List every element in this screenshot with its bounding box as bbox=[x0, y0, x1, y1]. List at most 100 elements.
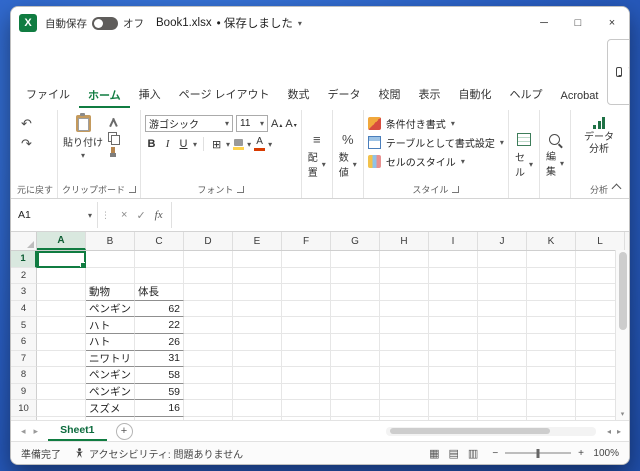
cell-I2[interactable] bbox=[429, 267, 478, 285]
cell-B10[interactable]: スズメ bbox=[86, 400, 135, 417]
redo-button[interactable]: ↷ bbox=[21, 137, 32, 150]
cell-E11[interactable] bbox=[233, 416, 282, 420]
italic-button[interactable]: I bbox=[161, 136, 174, 152]
cell-I8[interactable] bbox=[429, 367, 478, 384]
cell-J5[interactable] bbox=[478, 317, 527, 334]
increase-font-button[interactable]: A ▴ bbox=[271, 118, 282, 130]
cell-F6[interactable] bbox=[282, 333, 331, 351]
cell-A1[interactable] bbox=[37, 251, 86, 268]
cell-B5[interactable]: ハト bbox=[86, 317, 135, 334]
cell-C10[interactable]: 16 bbox=[135, 400, 184, 417]
close-button[interactable]: × bbox=[595, 7, 629, 39]
cell-A4[interactable] bbox=[37, 300, 86, 318]
document-title[interactable]: Book1.xlsx • 保存しました ▾ bbox=[156, 15, 302, 31]
cell-D7[interactable] bbox=[184, 350, 233, 368]
cell-H9[interactable] bbox=[380, 383, 429, 401]
ribbon-tab-file[interactable]: ファイル bbox=[17, 81, 79, 108]
cell-H2[interactable] bbox=[380, 267, 429, 285]
cell-F11[interactable] bbox=[282, 416, 331, 420]
cell-B9[interactable]: ペンギン bbox=[86, 383, 135, 401]
cell-H8[interactable] bbox=[380, 367, 429, 384]
cell-C2[interactable] bbox=[135, 267, 184, 285]
ribbon-tab-view[interactable]: 表示 bbox=[410, 81, 450, 108]
undo-button[interactable]: ↶ bbox=[21, 117, 32, 130]
cell-K6[interactable] bbox=[527, 333, 576, 351]
accessibility-status[interactable]: アクセシビリティ: 問題ありません bbox=[75, 446, 243, 461]
underline-button[interactable]: U bbox=[177, 136, 190, 152]
page-layout-view-icon[interactable]: ▤ bbox=[449, 447, 459, 460]
column-header-A[interactable]: A bbox=[37, 232, 86, 250]
cell-K2[interactable] bbox=[527, 267, 576, 285]
cell-E9[interactable] bbox=[233, 383, 282, 401]
cell-A10[interactable] bbox=[37, 400, 86, 417]
cell-I1[interactable] bbox=[429, 251, 478, 268]
cell-K11[interactable] bbox=[527, 416, 576, 420]
cell-A2[interactable] bbox=[37, 267, 86, 285]
add-sheet-button[interactable]: + bbox=[115, 422, 133, 440]
editing-group-button[interactable]: 編集 ▾ bbox=[540, 110, 571, 198]
zoom-slider-knob[interactable] bbox=[536, 448, 540, 458]
cancel-entry-button[interactable]: × bbox=[121, 209, 127, 221]
cell-K9[interactable] bbox=[527, 383, 576, 401]
borders-dropdown-icon[interactable]: ▾ bbox=[226, 140, 230, 149]
cell-styles-button[interactable]: セルのスタイル ▾ bbox=[367, 152, 504, 170]
cell-I4[interactable] bbox=[429, 300, 478, 318]
cell-C6[interactable]: 26 bbox=[135, 333, 184, 351]
cell-A6[interactable] bbox=[37, 333, 86, 351]
row-header-8[interactable]: 8 bbox=[11, 367, 37, 384]
cell-J8[interactable] bbox=[478, 367, 527, 384]
cell-F7[interactable] bbox=[282, 350, 331, 368]
cell-G4[interactable] bbox=[331, 300, 380, 318]
font-size-select[interactable]: 11 ▾ bbox=[236, 115, 269, 132]
cell-J9[interactable] bbox=[478, 383, 527, 401]
cell-J1[interactable] bbox=[478, 251, 527, 268]
column-header-J[interactable]: J bbox=[478, 232, 527, 250]
cell-E10[interactable] bbox=[233, 400, 282, 417]
cell-F9[interactable] bbox=[282, 383, 331, 401]
cell-J4[interactable] bbox=[478, 300, 527, 318]
row-header-3[interactable]: 3 bbox=[11, 284, 37, 301]
cell-C4[interactable]: 62 bbox=[135, 300, 184, 318]
cell-D8[interactable] bbox=[184, 367, 233, 384]
row-header-7[interactable]: 7 bbox=[11, 350, 37, 368]
cell-H4[interactable] bbox=[380, 300, 429, 318]
cell-B11[interactable]: ハト bbox=[86, 416, 135, 420]
excel-logo-icon[interactable]: X bbox=[19, 14, 37, 32]
zoom-out-icon[interactable]: − bbox=[492, 448, 498, 459]
column-header-C[interactable]: C bbox=[135, 232, 184, 250]
format-painter-button[interactable] bbox=[107, 147, 120, 158]
column-header-B[interactable]: B bbox=[86, 232, 135, 250]
sheet-nav-left-icon[interactable]: ◂ bbox=[21, 426, 26, 437]
cell-J6[interactable] bbox=[478, 333, 527, 351]
cell-G11[interactable] bbox=[331, 416, 380, 420]
clipboard-dialog-launcher-icon[interactable] bbox=[129, 186, 137, 193]
formula-input[interactable] bbox=[171, 202, 627, 228]
cell-C5[interactable]: 22 bbox=[135, 317, 184, 334]
styles-dialog-launcher-icon[interactable] bbox=[452, 186, 460, 193]
formula-bar-grip-icon[interactable]: ⋮ bbox=[98, 202, 113, 228]
ribbon-tab-review[interactable]: 校閲 bbox=[370, 81, 410, 108]
horizontal-scrollbar[interactable] bbox=[385, 426, 596, 436]
cell-J2[interactable] bbox=[478, 267, 527, 285]
cell-D9[interactable] bbox=[184, 383, 233, 401]
ribbon-tab-automate[interactable]: 自動化 bbox=[450, 81, 501, 108]
cell-A5[interactable] bbox=[37, 317, 86, 334]
title-dropdown-icon[interactable]: ▾ bbox=[298, 19, 302, 28]
sheet-nav-right-icon[interactable]: ▸ bbox=[34, 426, 39, 437]
cell-A11[interactable] bbox=[37, 416, 86, 420]
cell-F5[interactable] bbox=[282, 317, 331, 334]
copy-button[interactable] bbox=[107, 132, 121, 145]
decrease-font-button[interactable]: A ▾ bbox=[285, 118, 296, 130]
cell-J10[interactable] bbox=[478, 400, 527, 417]
cell-E5[interactable] bbox=[233, 317, 282, 334]
row-header-2[interactable]: 2 bbox=[11, 267, 37, 285]
cell-F10[interactable] bbox=[282, 400, 331, 417]
cell-H1[interactable] bbox=[380, 251, 429, 268]
cell-E2[interactable] bbox=[233, 267, 282, 285]
vertical-scrollbar-thumb[interactable] bbox=[618, 252, 627, 330]
column-header-F[interactable]: F bbox=[282, 232, 331, 250]
cell-E7[interactable] bbox=[233, 350, 282, 368]
font-name-select[interactable]: 游ゴシック ▾ bbox=[145, 115, 234, 132]
cell-G3[interactable] bbox=[331, 284, 380, 301]
zoom-in-icon[interactable]: + bbox=[578, 448, 584, 459]
